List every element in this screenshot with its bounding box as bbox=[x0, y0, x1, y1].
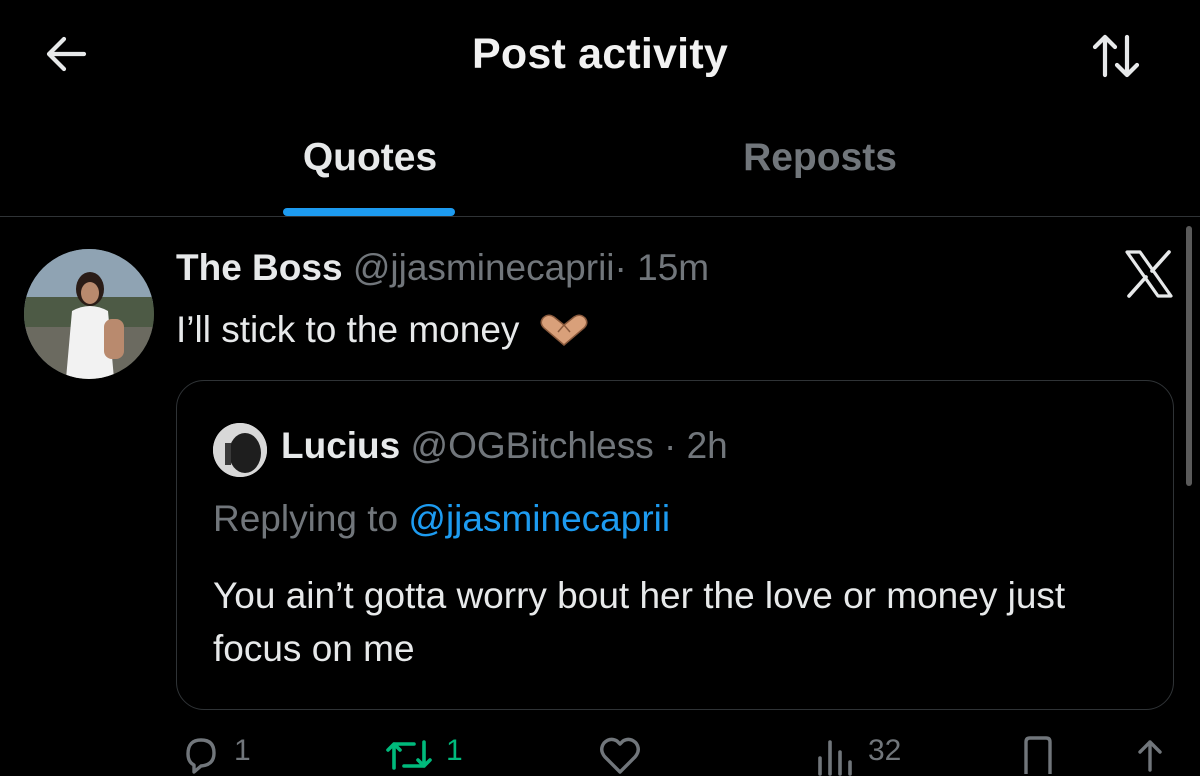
quote-post[interactable]: The Boss @jjasminecaprii· 15m I’ll stick… bbox=[0, 217, 1200, 764]
heart-hands-emoji bbox=[540, 314, 588, 346]
like-button[interactable] bbox=[598, 734, 642, 776]
share-icon bbox=[1138, 740, 1162, 772]
post-text: I’ll stick to the money bbox=[176, 309, 590, 351]
user-handle[interactable]: @jjasminecaprii bbox=[353, 247, 615, 288]
repost-count: 1 bbox=[446, 734, 463, 767]
tab-reposts[interactable]: Reposts bbox=[700, 136, 940, 216]
repost-icon bbox=[386, 740, 432, 770]
post-text-content: I’ll stick to the money bbox=[176, 309, 520, 350]
reply-button[interactable]: 1 bbox=[180, 734, 251, 776]
replying-mention-link[interactable]: @jjasminecaprii bbox=[408, 498, 670, 539]
top-bar: Post activity bbox=[0, 0, 1200, 110]
quoted-post-text: You ain’t gotta worry bout her the love … bbox=[213, 575, 1066, 669]
display-name[interactable]: The Boss bbox=[176, 247, 343, 288]
post-header: The Boss @jjasminecaprii· 15m bbox=[176, 247, 709, 289]
quoted-post-time: · 2h bbox=[664, 425, 728, 466]
quoted-avatar[interactable] bbox=[213, 423, 267, 477]
quoted-avatar-photo bbox=[213, 423, 267, 477]
views-button[interactable]: 32 bbox=[812, 734, 901, 776]
views-chart-icon bbox=[818, 740, 852, 776]
quoted-post-card[interactable]: Lucius @OGBitchless · 2h Replying to @jj… bbox=[176, 380, 1174, 710]
quoted-post-header: Lucius @OGBitchless · 2h bbox=[281, 425, 728, 467]
post-time: · 15m bbox=[614, 247, 710, 288]
page-title: Post activity bbox=[472, 30, 728, 78]
views-count: 32 bbox=[868, 734, 902, 767]
bookmark-icon bbox=[1024, 736, 1052, 774]
x-logo-icon[interactable] bbox=[1124, 249, 1174, 299]
scrollbar[interactable] bbox=[1186, 226, 1192, 486]
sort-arrows-icon bbox=[1092, 34, 1140, 78]
sort-button[interactable] bbox=[1088, 28, 1144, 84]
replying-to: Replying to @jjasminecaprii bbox=[213, 498, 670, 540]
avatar[interactable] bbox=[24, 249, 154, 379]
repost-button[interactable]: 1 bbox=[384, 734, 463, 776]
quoted-display-name[interactable]: Lucius bbox=[281, 425, 400, 466]
avatar-photo bbox=[24, 249, 154, 379]
share-button[interactable] bbox=[1130, 734, 1170, 776]
bookmark-button[interactable] bbox=[1018, 734, 1058, 776]
active-tab-indicator bbox=[283, 208, 455, 216]
reply-count: 1 bbox=[234, 734, 251, 767]
replying-prefix: Replying to bbox=[213, 498, 409, 539]
reply-icon bbox=[186, 738, 216, 774]
post-actions-bar: 1 1 32 bbox=[0, 720, 1200, 776]
heart-icon bbox=[600, 737, 640, 774]
tab-bar: Quotes Reposts bbox=[0, 120, 1200, 217]
quoted-user-handle[interactable]: @OGBitchless bbox=[411, 425, 654, 466]
tab-quotes[interactable]: Quotes bbox=[250, 136, 490, 216]
